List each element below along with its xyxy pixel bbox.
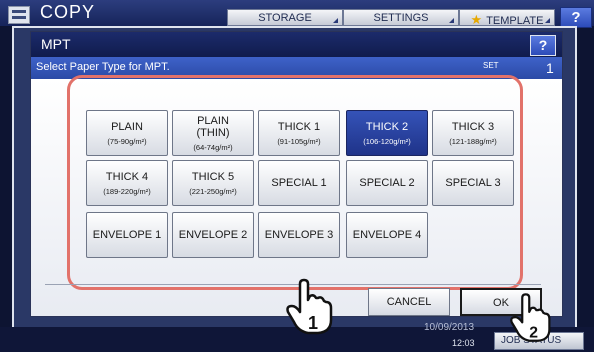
tab-corner-icon — [449, 18, 454, 23]
top-bar: COPY STORAGE SETTINGS ★ TEMPLATE ? — [0, 0, 594, 28]
hand-pointer-icon: 2 — [510, 293, 551, 342]
selection-highlight-frame — [67, 75, 523, 290]
step-number: 2 — [529, 324, 538, 341]
set-label: SET — [483, 61, 499, 70]
tab-corner-icon — [333, 18, 338, 23]
set-count: 1 — [546, 60, 554, 76]
help-button[interactable]: ? — [530, 35, 556, 56]
clock-time: 12:03 — [452, 338, 475, 348]
dialog-title: MPT — [41, 36, 71, 52]
cancel-button[interactable]: CANCEL — [368, 288, 450, 316]
app-title: COPY — [40, 2, 96, 22]
help-button-top[interactable]: ? — [560, 7, 592, 28]
copier-icon — [8, 6, 30, 24]
star-icon: ★ — [470, 12, 483, 27]
tab-settings[interactable]: SETTINGS — [343, 9, 459, 26]
tab-template[interactable]: ★ TEMPLATE — [459, 9, 555, 27]
tab-storage[interactable]: STORAGE — [227, 9, 343, 26]
clock-date: 10/09/2013 — [424, 322, 475, 333]
instruction-text: Select Paper Type for MPT. — [36, 61, 170, 73]
tab-settings-label: SETTINGS — [373, 12, 429, 24]
step-number: 1 — [308, 313, 318, 333]
tab-storage-label: STORAGE — [258, 12, 312, 24]
tab-corner-icon — [545, 18, 550, 23]
dialog-header: MPT ? — [31, 32, 562, 57]
hand-pointer-icon: 1 — [286, 278, 333, 335]
